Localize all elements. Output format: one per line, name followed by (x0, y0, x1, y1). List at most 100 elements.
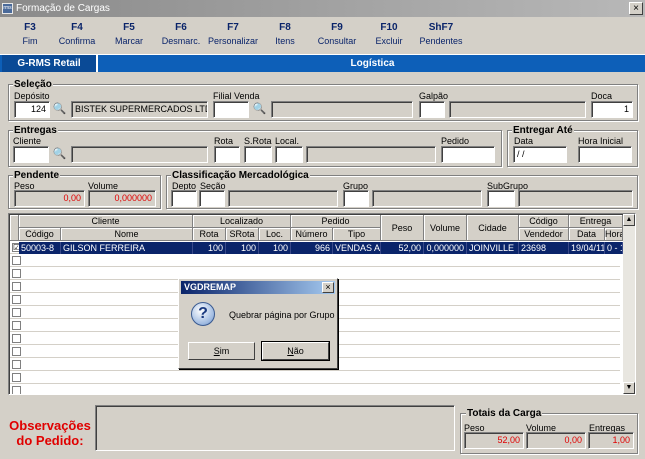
toolbar-key: F4 (71, 22, 83, 33)
deposito-field[interactable]: 124 (14, 101, 50, 118)
header-loc[interactable]: Loc. (259, 228, 291, 241)
toolbar-key: F10 (380, 22, 398, 33)
cell-hora: 0 - 1 (605, 242, 623, 254)
row-checkbox[interactable] (12, 360, 21, 369)
toolbar-key: F9 (331, 22, 343, 33)
binoculars-icon[interactable]: 🔍 (251, 101, 268, 118)
header-cidade[interactable]: Cidade (467, 215, 519, 241)
row-checkbox[interactable] (12, 282, 21, 291)
rota-label: Rota (214, 136, 234, 146)
doca-label: Doca (591, 91, 613, 101)
toolbar-label: Excluir (375, 36, 403, 46)
subgrupo-nome-field (518, 190, 633, 207)
row-checkbox[interactable] (12, 256, 21, 265)
secao-field[interactable] (199, 190, 225, 207)
toolbar-label: Marcar (114, 36, 143, 46)
local-field[interactable] (275, 146, 303, 163)
row-checkbox[interactable] (12, 321, 21, 330)
local-nome-field (306, 146, 436, 163)
toolbar-button-desmarc[interactable]: F6 Desmarc. (151, 18, 211, 52)
grupo-field[interactable] (343, 190, 369, 207)
header-vendedor[interactable]: Vendedor (519, 228, 569, 241)
data-label: Data (514, 136, 534, 146)
toolbar-button-consultar[interactable]: F9 Consultar (307, 18, 367, 52)
observacoes-label: Observações do Pedido: (8, 418, 92, 448)
doca-field[interactable]: 1 (591, 101, 633, 118)
header-hora[interactable]: Hora (605, 228, 623, 241)
row-checkbox[interactable] (12, 373, 21, 382)
cell-volume: 0,000000 (424, 242, 467, 254)
grid-vertical-scrollbar[interactable]: ▲ ▼ (623, 214, 635, 394)
header-numero[interactable]: Número (291, 228, 333, 241)
row-checkbox[interactable] (12, 295, 21, 304)
toolbar-button-marcar[interactable]: F5 Marcar (99, 18, 159, 52)
cell-peso: 52,00 (381, 242, 424, 254)
toolbar-button-confirma[interactable]: F4 Confirma (47, 18, 107, 52)
table-row[interactable] (10, 372, 620, 384)
galpao-field[interactable] (419, 101, 445, 118)
toolbar-label: Itens (275, 36, 295, 46)
data-field[interactable]: / / (513, 146, 567, 163)
table-row[interactable]: ☑ 50003-8 GILSON FERREIRA 100 100 100 96… (10, 242, 623, 254)
binoculars-icon[interactable]: 🔍 (51, 101, 68, 118)
toolbar-button-pendentes[interactable]: ShF7 Pendentes (411, 18, 471, 52)
deposito-label: Depósito (14, 91, 50, 101)
srota-label: S.Rota (244, 136, 272, 146)
no-button[interactable]: Não (261, 341, 330, 361)
row-checkbox[interactable] (12, 334, 21, 343)
row-checkbox[interactable] (12, 269, 21, 278)
totais-entregas-field: 1,00 (588, 432, 634, 449)
entregar-ate-title: Entregar Até (512, 125, 574, 136)
window-title: Formação de Cargas (16, 3, 110, 14)
header-srota[interactable]: SRota (226, 228, 259, 241)
yes-button[interactable]: Sim (188, 342, 255, 360)
galpao-nome-field (449, 101, 586, 118)
rota-field[interactable] (214, 146, 240, 163)
scroll-down-icon[interactable]: ▼ (623, 382, 635, 394)
observacoes-field[interactable] (95, 405, 455, 451)
totais-peso-field: 52,00 (464, 432, 524, 449)
module-name: Logística (350, 58, 395, 69)
binoculars-icon[interactable]: 🔍 (51, 146, 68, 163)
filial-field[interactable] (213, 101, 249, 118)
local-label: Local. (275, 136, 300, 146)
cliente-field[interactable] (13, 146, 49, 163)
toolbar-button-excluir[interactable]: F10 Excluir (359, 18, 419, 52)
header-rota[interactable]: Rota (193, 228, 226, 241)
yes-label-rest: im (219, 346, 230, 356)
header-peso[interactable]: Peso (381, 215, 424, 241)
header-codigo[interactable]: Código (19, 228, 61, 241)
grupo-nome-field (372, 190, 482, 207)
scroll-up-icon[interactable]: ▲ (623, 214, 635, 226)
header-tipo[interactable]: Tipo (333, 228, 381, 241)
row-checkbox[interactable] (12, 308, 21, 317)
toolbar-button-itens[interactable]: F8 Itens (255, 18, 315, 52)
row-checkbox[interactable] (12, 386, 21, 394)
no-label-rest: ão (293, 346, 304, 356)
depto-field[interactable] (171, 190, 197, 207)
app-icon: rms (2, 3, 13, 14)
question-icon: ? (191, 302, 215, 326)
secao-nome-field (228, 190, 338, 207)
pedido-field[interactable] (441, 146, 495, 163)
cell-nome: GILSON FERREIRA (61, 242, 193, 254)
toolbar-key: ShF7 (428, 22, 454, 33)
window-close-button[interactable]: × (629, 2, 643, 15)
toolbar-button-personalizar[interactable]: F7 Personalizar (203, 18, 263, 52)
cell-rota: 100 (193, 242, 226, 254)
header-nome[interactable]: Nome (61, 228, 193, 241)
row-checkbox[interactable] (12, 347, 21, 356)
header-cliente: Cliente (19, 215, 193, 228)
header-data[interactable]: Data (569, 228, 605, 241)
header-volume[interactable]: Volume (424, 215, 467, 241)
dialog-close-button[interactable]: × (322, 282, 334, 293)
subgrupo-field[interactable] (487, 190, 515, 207)
toolbar-key: F5 (123, 22, 135, 33)
cell-numero: 966 (291, 242, 333, 254)
hora-inicial-field[interactable] (578, 146, 632, 163)
table-row[interactable] (10, 385, 620, 394)
cell-vendedor: 23698 (519, 242, 569, 254)
srota-field[interactable] (244, 146, 272, 163)
table-row[interactable] (10, 255, 620, 267)
window-title-bar: rms Formação de Cargas × (0, 0, 645, 17)
